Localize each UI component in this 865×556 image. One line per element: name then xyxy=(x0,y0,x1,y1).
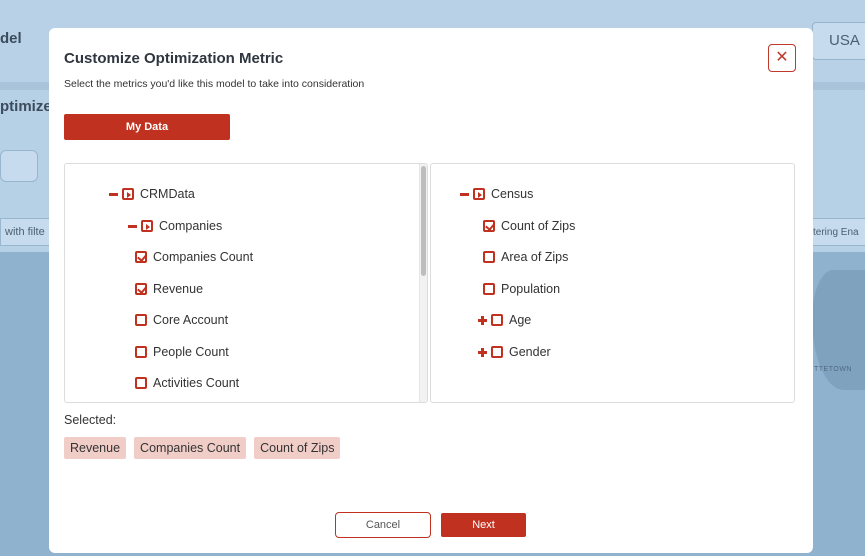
tree-node-age[interactable]: Age xyxy=(477,311,531,329)
crm-data-tree: CRMData Companies Companies Count Revenu… xyxy=(64,163,428,403)
background-page-title: del xyxy=(0,30,22,47)
expand-icon[interactable] xyxy=(477,343,488,361)
tree-node-label: CRMData xyxy=(140,187,195,201)
tree-node-label: Core Account xyxy=(153,313,229,327)
scrollbar-thumb[interactable] xyxy=(421,166,426,276)
collapse-icon[interactable] xyxy=(127,217,138,235)
collapse-icon[interactable] xyxy=(459,185,470,203)
tree-node-companies-count[interactable]: Companies Count xyxy=(135,248,253,266)
next-button[interactable]: Next xyxy=(441,513,526,537)
modal-description: Select the metrics you'd like this model… xyxy=(64,78,365,90)
tree-node-activities-count[interactable]: Activities Count xyxy=(135,374,239,392)
tree-node-label: Area of Zips xyxy=(501,250,569,264)
selected-chip[interactable]: Companies Count xyxy=(134,437,247,459)
tree-node-label: Age xyxy=(509,313,532,327)
tree-node-revenue[interactable]: Revenue xyxy=(135,280,203,298)
tree-node-core-account[interactable]: Core Account xyxy=(135,311,228,329)
tree-node-label: Gender xyxy=(509,345,551,359)
census-tree: Census Count of Zips Area of Zips Popula… xyxy=(430,163,795,403)
tree-node-label: Activities Count xyxy=(153,376,240,390)
tree-node-count-of-zips[interactable]: Count of Zips xyxy=(483,217,575,235)
tree-node-label: Companies Count xyxy=(153,250,254,264)
tree-node-gender[interactable]: Gender xyxy=(477,343,551,361)
tree-scrollbar[interactable] xyxy=(419,164,427,402)
tree-node-area-of-zips[interactable]: Area of Zips xyxy=(483,248,568,266)
tree-node-census[interactable]: Census xyxy=(459,185,533,203)
tree-node-label: Companies xyxy=(159,219,223,233)
background-filter-right: tering Ena xyxy=(808,218,865,246)
checkbox-icon[interactable] xyxy=(491,346,503,358)
tree-node-companies[interactable]: Companies xyxy=(127,217,222,235)
close-icon: ✕ xyxy=(775,49,789,66)
tree-node-crmdata[interactable]: CRMData xyxy=(108,185,195,203)
customize-metric-modal: Customize Optimization Metric Select the… xyxy=(49,28,813,553)
tree-node-label: Population xyxy=(501,282,561,296)
checkbox-icon[interactable] xyxy=(135,314,147,326)
my-data-button[interactable]: My Data xyxy=(64,114,230,140)
background-map-label: TTETOWN xyxy=(814,366,852,373)
checkbox-partial-icon[interactable] xyxy=(473,188,485,200)
selected-chip[interactable]: Revenue xyxy=(64,437,127,459)
tree-node-label: Count of Zips xyxy=(501,219,576,233)
checkbox-icon[interactable] xyxy=(483,251,495,263)
selected-chips: Revenue Companies Count Count of Zips xyxy=(64,437,341,459)
tree-node-population[interactable]: Population xyxy=(483,280,560,298)
modal-title: Customize Optimization Metric xyxy=(64,50,284,67)
close-button[interactable]: ✕ xyxy=(768,44,796,72)
collapse-icon[interactable] xyxy=(108,185,119,203)
checkbox-checked-icon[interactable] xyxy=(483,220,495,232)
checkbox-icon[interactable] xyxy=(483,283,495,295)
checkbox-partial-icon[interactable] xyxy=(141,220,153,232)
checkbox-icon[interactable] xyxy=(135,377,147,389)
selected-chip[interactable]: Count of Zips xyxy=(254,437,341,459)
tree-node-people-count[interactable]: People Count xyxy=(135,343,229,361)
background-filter-left: with filte xyxy=(0,218,52,246)
tree-node-label: Revenue xyxy=(153,282,204,296)
checkbox-checked-icon[interactable] xyxy=(135,251,147,263)
selected-label: Selected: xyxy=(64,413,117,427)
tree-node-label: Census xyxy=(491,187,534,201)
checkbox-icon[interactable] xyxy=(135,346,147,358)
expand-icon[interactable] xyxy=(477,311,488,329)
background-section-title: ptimize xyxy=(0,98,52,115)
background-country-select: USA xyxy=(812,22,865,60)
tree-node-label: People Count xyxy=(153,345,229,359)
cancel-button[interactable]: Cancel xyxy=(335,512,431,538)
background-input xyxy=(0,150,38,182)
checkbox-checked-icon[interactable] xyxy=(135,283,147,295)
checkbox-partial-icon[interactable] xyxy=(122,188,134,200)
checkbox-icon[interactable] xyxy=(491,314,503,326)
